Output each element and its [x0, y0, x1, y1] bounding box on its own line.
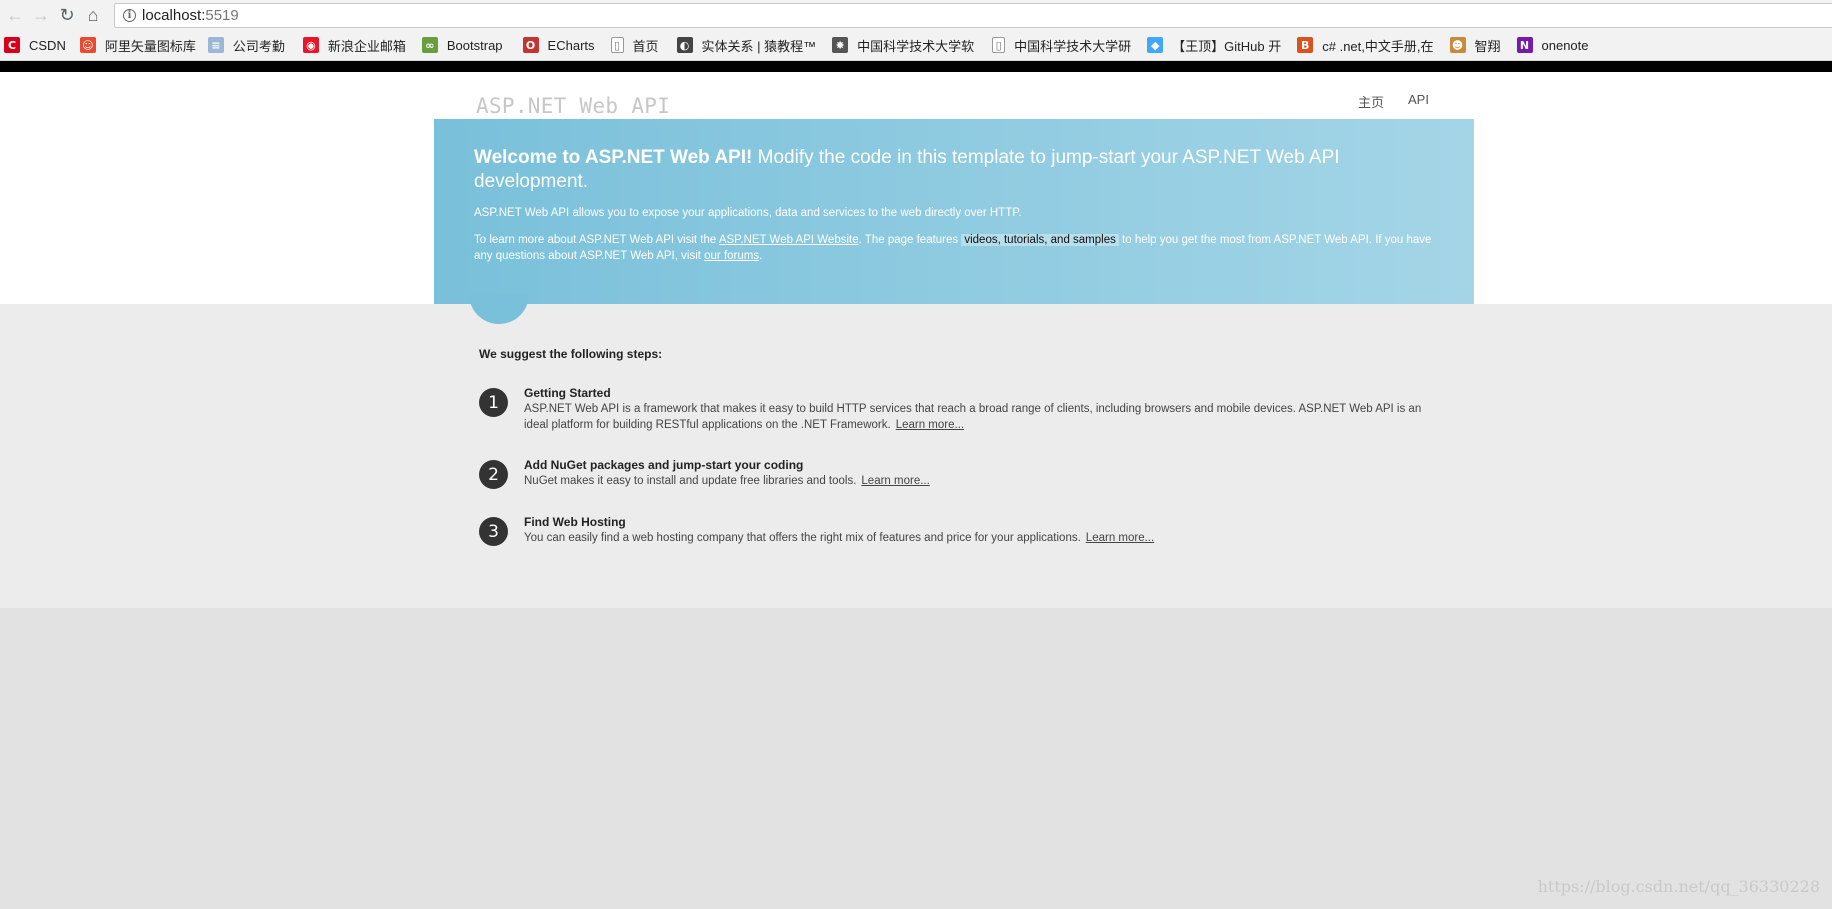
step-description: ASP.NET Web API is a framework that make…	[524, 403, 1422, 431]
forums-suffix: .	[759, 250, 763, 262]
csdn-icon: C	[4, 37, 20, 53]
home-icon[interactable]: ⌂	[80, 2, 106, 28]
bookmark-label: 【王顶】GitHub 开	[1172, 38, 1282, 54]
step-number-badge: 3	[479, 517, 508, 546]
document-icon: ≡	[207, 37, 224, 53]
url-host: localhost:	[142, 7, 206, 24]
step-number-badge: 1	[479, 388, 508, 417]
nav-link-home[interactable]: 主页	[1358, 92, 1384, 111]
step-title: Getting Started	[524, 386, 611, 400]
bookmark-label: 公司考勤	[232, 38, 285, 54]
bookmark-item[interactable]: ☻ 智翔	[1449, 30, 1501, 60]
bookmark-item[interactable]: ▯ 首页	[610, 30, 659, 60]
steps-heading: We suggest the following steps:	[479, 347, 663, 361]
learn-more-link[interactable]: Learn more...	[1086, 532, 1154, 544]
bookmark-label: 中国科学技术大学软	[857, 38, 975, 54]
features-highlight: videos, tutorials, and samples	[961, 234, 1119, 246]
hero-intro: ASP.NET Web API allows you to expose you…	[474, 207, 1022, 219]
avatar-icon: ☻	[1449, 37, 1466, 53]
learn-more-link[interactable]: Learn more...	[861, 475, 929, 487]
hero-heading-bold: Welcome to ASP.NET Web API!	[474, 147, 753, 168]
site-title[interactable]: ASP.NET Web API	[476, 94, 670, 118]
hero-heading: Welcome to ASP.NET Web API! Modify the c…	[474, 146, 1434, 194]
page-top-bar	[0, 61, 1832, 72]
forums-link[interactable]: our forums	[704, 250, 759, 262]
learn-more-link[interactable]: Learn more...	[896, 419, 964, 431]
bookmark-item[interactable]: O ECharts	[522, 30, 595, 60]
bookmark-item[interactable]: Bc# .net,中文手册,在	[1297, 30, 1434, 60]
step-body: Getting Started ASP.NET Web API is a fra…	[524, 385, 1444, 433]
weibo-icon: ◉	[302, 37, 319, 53]
nav-link-api[interactable]: API	[1408, 92, 1429, 111]
bookmark-item[interactable]: ▯ 中国科学技术大学研	[992, 30, 1132, 60]
learn-middle: . The page features	[858, 234, 962, 246]
page-icon: ▯	[610, 37, 624, 53]
bookmark-item[interactable]: C CSDN	[4, 30, 66, 60]
forward-arrow-icon[interactable]: →	[28, 2, 54, 28]
page-icon: ▯	[992, 37, 1006, 53]
bookmark-item[interactable]: ◉ 新浪企业邮箱	[302, 30, 406, 60]
learn-prefix: To learn more about ASP.NET Web API visi…	[474, 234, 719, 246]
bookmarks-bar: C CSDN ☺ 阿里矢量图标库 ≡ 公司考勤 ◉ 新浪企业邮箱 ∞ Bootstrap O ECha…	[0, 30, 1832, 61]
bookmark-item[interactable]: Nonenote	[1516, 30, 1589, 60]
step-text: ASP.NET Web API is a framework that make…	[524, 401, 1444, 433]
iconfont-icon: ☺	[79, 37, 96, 53]
step-text: NuGet makes it easy to install and updat…	[524, 473, 1444, 489]
reload-icon[interactable]: ↻	[54, 2, 80, 28]
bookmark-item[interactable]: ≡ 公司考勤	[207, 30, 285, 60]
step-body: Add NuGet packages and jump-start your c…	[524, 457, 1444, 489]
yuanjiaocheng-icon: ◐	[676, 37, 693, 53]
watermark: https://blog.csdn.net/qq_36330228	[1537, 877, 1820, 896]
bookmark-label: 首页	[632, 38, 659, 54]
bookmark-label: 新浪企业邮箱	[327, 38, 406, 54]
step-title: Find Web Hosting	[524, 515, 626, 529]
bookmark-item[interactable]: ☺ 阿里矢量图标库	[79, 30, 196, 60]
echarts-icon: O	[522, 37, 539, 53]
ustc-icon: ✸	[832, 37, 849, 53]
bookmark-label: ECharts	[547, 37, 595, 53]
bookmark-label: 智翔	[1474, 38, 1501, 54]
info-icon[interactable]: i	[123, 9, 136, 22]
js-icon: B	[1297, 37, 1314, 53]
step-description: NuGet makes it easy to install and updat…	[524, 475, 857, 487]
step-text: You can easily find a web hosting compan…	[524, 530, 1444, 546]
address-bar[interactable]: i localhost: 5519	[114, 3, 1832, 28]
top-nav: 主页 API	[1358, 92, 1429, 111]
browser-toolbar: ← → ↻ ⌂ i localhost: 5519	[0, 0, 1832, 30]
step-body: Find Web Hosting You can easily find a w…	[524, 514, 1444, 546]
step-title: Add NuGet packages and jump-start your c…	[524, 458, 804, 472]
nav-buttons: ← → ↻ ⌂	[2, 2, 106, 28]
bookmark-item[interactable]: ∞ Bootstrap	[421, 30, 503, 60]
bookmark-label: onenote	[1541, 37, 1589, 53]
bookmark-item[interactable]: ◆ 【王顶】GitHub 开	[1147, 30, 1282, 60]
onenote-icon: N	[1516, 37, 1533, 53]
step-description: You can easily find a web hosting compan…	[524, 532, 1081, 544]
bookmark-item[interactable]: ◐ 实体关系 | 猿教程™	[676, 30, 817, 60]
bookmark-label: 实体关系 | 猿教程™	[701, 38, 817, 54]
bootstrap-icon: ∞	[421, 37, 438, 53]
url-port: 5519	[205, 7, 239, 24]
hero-banner: Welcome to ASP.NET Web API! Modify the c…	[434, 119, 1474, 324]
web-api-website-link[interactable]: ASP.NET Web API Website	[719, 234, 859, 246]
diamond-icon: ◆	[1147, 37, 1164, 53]
bookmark-item[interactable]: ✸ 中国科学技术大学软	[832, 30, 975, 60]
hero-learn-more: To learn more about ASP.NET Web API visi…	[474, 232, 1434, 264]
step-number-badge: 2	[479, 460, 508, 489]
bookmark-label: c# .net,中文手册,在	[1322, 38, 1434, 54]
bookmark-label: CSDN	[29, 37, 66, 53]
bookmark-label: 中国科学技术大学研	[1014, 38, 1132, 54]
bookmark-label: Bootstrap	[446, 37, 503, 53]
content-background	[0, 304, 1832, 608]
bookmark-label: 阿里矢量图标库	[104, 38, 196, 54]
back-arrow-icon[interactable]: ←	[2, 2, 28, 28]
